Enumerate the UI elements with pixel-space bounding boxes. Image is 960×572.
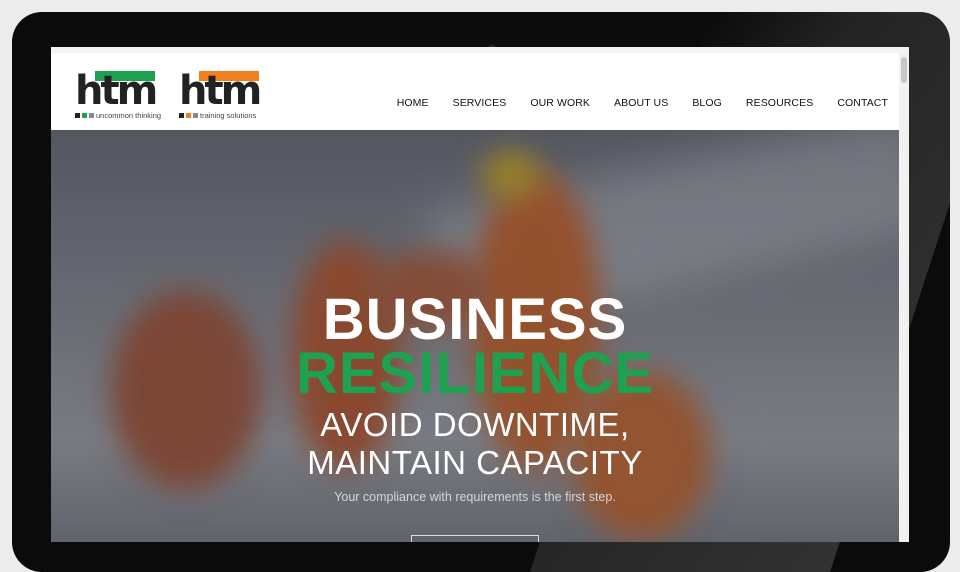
- nav-resources[interactable]: RESOURCES: [734, 97, 825, 109]
- nav-contact[interactable]: CONTACT: [825, 97, 888, 109]
- nav-home[interactable]: HOME: [385, 97, 441, 109]
- page-scrollbar[interactable]: [899, 53, 909, 542]
- logo-training-solutions[interactable]: htm training solutions: [179, 68, 263, 120]
- nav-blog[interactable]: BLOG: [680, 97, 734, 109]
- logo-tagline-text: uncommon thinking: [96, 111, 162, 120]
- logo-tagline: uncommon thinking: [75, 111, 161, 120]
- hero-subheading-line1: AVOID DOWNTIME,: [320, 406, 630, 443]
- logo-tagline-text: training solutions: [200, 111, 257, 120]
- main-nav: HOME SERVICES OUR WORK ABOUT US BLOG RES…: [385, 97, 888, 109]
- hero-cta-button[interactable]: [411, 535, 539, 542]
- hero-subheading-line2: MAINTAIN CAPACITY: [307, 444, 643, 481]
- logo-uncommon-thinking[interactable]: htm uncommon thinking: [75, 68, 161, 120]
- site-header: htm uncommon thinking htm training solut…: [51, 53, 899, 130]
- browser-viewport: htm uncommon thinking htm training solut…: [51, 47, 909, 542]
- nav-our-work[interactable]: OUR WORK: [518, 97, 602, 109]
- nav-services[interactable]: SERVICES: [441, 97, 519, 109]
- logo-wordmark: htm: [179, 68, 262, 114]
- logo-tagline: training solutions: [179, 111, 256, 120]
- nav-about-us[interactable]: ABOUT US: [602, 97, 680, 109]
- logo-wordmark: htm: [75, 68, 158, 114]
- scrollbar-thumb[interactable]: [901, 57, 907, 83]
- hero-caption: Your compliance with requirements is the…: [334, 490, 616, 504]
- hero-heading-resilience: RESILIENCE: [295, 341, 655, 406]
- hero-banner: BUSINESS RESILIENCE AVOID DOWNTIME, MAIN…: [51, 130, 899, 542]
